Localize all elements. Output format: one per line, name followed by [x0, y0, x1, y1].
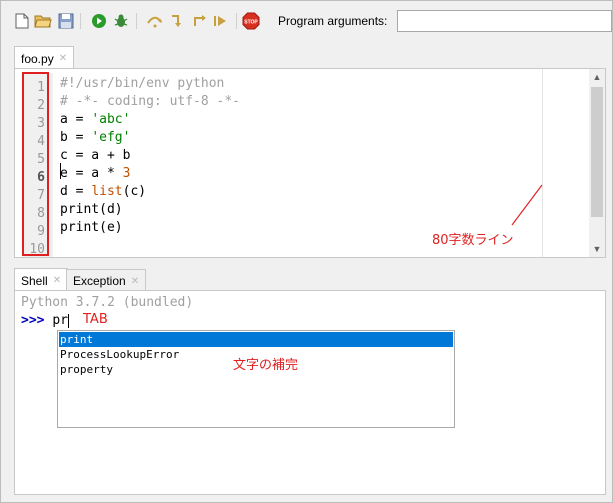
stop-label: STOP [244, 20, 258, 26]
code-line: print(d) [60, 202, 123, 217]
code-line: c = a + b [60, 148, 131, 163]
tab-label: Shell [21, 273, 48, 288]
text-caret [60, 163, 61, 179]
tab-label: Exception [73, 274, 126, 288]
shell-prompt: >>> [21, 313, 45, 328]
debug-icon[interactable] [112, 12, 130, 30]
run-icon[interactable] [90, 12, 108, 30]
margin-80-line [542, 69, 543, 257]
code-line-current: e = a * 3 [60, 166, 131, 181]
toolbar: STOP Program arguments: [1, 1, 612, 41]
code-line: print(e) [60, 220, 123, 235]
new-file-icon[interactable] [13, 12, 31, 30]
code-line: # -*- coding: utf-8 -*- [60, 94, 241, 109]
code-line: a = 'abc' [60, 112, 131, 127]
close-icon[interactable]: ✕ [59, 53, 67, 64]
close-icon[interactable]: ✕ [131, 276, 139, 287]
shell-input-line[interactable]: >>> pr [21, 312, 69, 330]
tab-label: foo.py [21, 51, 54, 66]
margin-annotation: 80字数ライン [432, 233, 514, 248]
editor-tabbar: foo.py ✕ [1, 41, 612, 70]
ide-window: STOP Program arguments: foo.py ✕ 1 2 3 4… [0, 0, 613, 503]
tab-foo-py[interactable]: foo.py ✕ [14, 46, 75, 70]
close-icon[interactable]: ✕ [53, 275, 61, 286]
tab-shell[interactable]: Shell ✕ [14, 268, 69, 292]
program-arguments-label: Program arguments: [278, 14, 388, 28]
autocomplete-popup[interactable]: print ProcessLookupError property [57, 330, 455, 428]
completion-item-selected[interactable]: print [59, 332, 453, 347]
scrollbar-thumb[interactable] [591, 87, 603, 217]
line-number-highlight-box [22, 72, 49, 256]
code-line: #!/usr/bin/env python [60, 76, 225, 91]
stop-icon[interactable]: STOP [242, 12, 260, 30]
step-into-icon[interactable] [169, 12, 187, 30]
shell-banner: Python 3.7.2 (bundled) [21, 295, 194, 310]
step-out-icon[interactable] [191, 12, 209, 30]
completion-annotation: 文字の補完 [233, 358, 299, 373]
resume-icon[interactable] [212, 12, 230, 30]
scroll-up-icon[interactable]: ▲ [589, 69, 605, 85]
open-folder-icon[interactable] [34, 12, 52, 30]
save-icon[interactable] [57, 12, 75, 30]
tab-exception[interactable]: Exception ✕ [66, 269, 147, 292]
annotation-arrow [511, 184, 543, 226]
program-arguments-input[interactable] [397, 10, 612, 32]
code-line: d = list(c) [60, 184, 147, 199]
shell-caret [67, 313, 69, 328]
step-over-icon[interactable] [146, 12, 164, 30]
shell-input-text[interactable]: pr [52, 313, 68, 328]
code-editor[interactable]: 1 2 3 4 5 6 7 8 9 10 #!/usr/bin/env pyth… [14, 68, 606, 258]
editor-scrollbar[interactable]: ▲ ▼ [589, 69, 605, 257]
shell-tabbar: Shell ✕ Exception ✕ [1, 265, 612, 292]
tab-annotation: TAB [83, 312, 108, 327]
scroll-down-icon[interactable]: ▼ [589, 241, 605, 257]
code-line: b = 'efg' [60, 130, 131, 145]
